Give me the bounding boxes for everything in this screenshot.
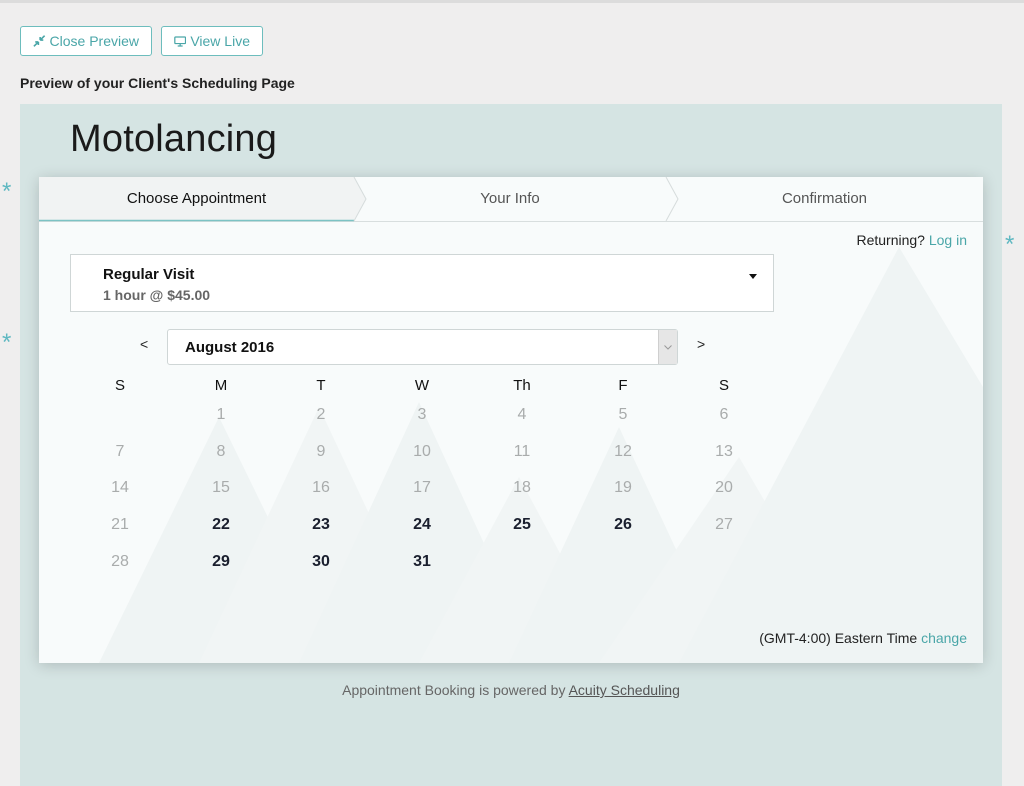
collapse-icon xyxy=(33,35,46,47)
powered-by-text: Appointment Booking is powered by xyxy=(342,682,566,698)
calendar-day: 14 xyxy=(111,479,129,496)
returning-prompt: Returning? Log in xyxy=(856,232,967,248)
calendar-day-available[interactable]: 23 xyxy=(301,516,341,534)
calendar-day-available[interactable]: 29 xyxy=(201,553,241,571)
next-month-button[interactable]: > xyxy=(697,336,705,352)
acuity-link[interactable]: Acuity Scheduling xyxy=(569,682,680,698)
calendar-day-available[interactable]: 25 xyxy=(502,516,542,534)
calendar-day-available[interactable]: 22 xyxy=(201,516,241,534)
appointment-details: 1 hour @ $45.00 xyxy=(103,287,211,303)
step-progress: Choose Appointment Your Info Confirmatio… xyxy=(39,177,983,222)
step-confirmation[interactable]: Confirmation xyxy=(666,190,983,207)
top-border xyxy=(0,0,1024,3)
month-value: August 2016 xyxy=(185,339,275,356)
close-preview-label: Close Preview xyxy=(49,33,139,49)
month-select[interactable]: August 2016 xyxy=(167,329,678,365)
calendar-day-available[interactable]: 24 xyxy=(402,516,442,534)
calendar-day: 11 xyxy=(513,443,531,460)
view-live-button[interactable]: View Live xyxy=(161,26,263,56)
calendar-day: 21 xyxy=(111,516,129,533)
calendar-day: 7 xyxy=(115,443,125,460)
weekday-header: M xyxy=(214,377,228,394)
calendar-day: 12 xyxy=(614,443,632,460)
calendar-day: 5 xyxy=(618,406,628,423)
appointment-name: Regular Visit xyxy=(103,266,195,283)
timezone-info: (GMT-4:00) Eastern Time change xyxy=(759,630,967,646)
calendar-day-available[interactable]: 30 xyxy=(301,553,341,571)
calendar-day: 16 xyxy=(312,479,330,496)
weekday-header: S xyxy=(114,377,125,394)
calendar-day-available[interactable]: 31 xyxy=(402,553,442,571)
scheduling-card: Choose Appointment Your Info Confirmatio… xyxy=(39,177,983,663)
weekday-header: Th xyxy=(513,377,531,394)
calendar-day: 10 xyxy=(413,443,431,460)
login-link[interactable]: Log in xyxy=(929,232,967,248)
calendar-day: 6 xyxy=(719,406,729,423)
calendar-day: 8 xyxy=(216,443,226,460)
prev-month-button[interactable]: < xyxy=(140,336,148,352)
calendar-day: 20 xyxy=(715,479,733,496)
weekday-header: W xyxy=(414,377,430,394)
returning-text: Returning? xyxy=(856,232,925,248)
calendar-day: 4 xyxy=(517,406,527,423)
calendar-day: 27 xyxy=(715,516,733,533)
calendar-day: 3 xyxy=(417,406,427,423)
timezone-text: (GMT-4:00) Eastern Time xyxy=(759,630,918,646)
chevron-down-icon xyxy=(658,330,677,364)
asterisk-marker: * xyxy=(2,329,12,356)
weekday-header: T xyxy=(316,377,326,394)
calendar-day: 1 xyxy=(216,406,226,423)
preview-heading: Preview of your Client's Scheduling Page xyxy=(20,75,295,91)
change-timezone-link[interactable]: change xyxy=(921,630,967,646)
appointment-type-select[interactable]: Regular Visit 1 hour @ $45.00 xyxy=(70,254,774,312)
step-choose-appointment[interactable]: Choose Appointment xyxy=(39,190,354,207)
calendar-day: 17 xyxy=(413,479,431,496)
weekday-header: F xyxy=(618,377,628,394)
monitor-icon xyxy=(174,35,187,47)
calendar-day: 19 xyxy=(614,479,632,496)
calendar-day: 13 xyxy=(715,443,733,460)
weekday-header: S xyxy=(718,377,729,394)
calendar-day: 15 xyxy=(212,479,230,496)
caret-down-icon xyxy=(749,274,757,279)
calendar-day: 18 xyxy=(513,479,531,496)
step-your-info[interactable]: Your Info xyxy=(354,190,666,207)
calendar-day: 9 xyxy=(316,443,326,460)
asterisk-marker: * xyxy=(2,178,12,205)
business-name: Motolancing xyxy=(70,118,278,160)
close-preview-button[interactable]: Close Preview xyxy=(20,26,152,56)
calendar-day: 2 xyxy=(316,406,326,423)
powered-by: Appointment Booking is powered by Acuity… xyxy=(20,682,1002,698)
calendar-day: 28 xyxy=(111,553,129,570)
view-live-label: View Live xyxy=(190,33,250,49)
calendar-day-available[interactable]: 26 xyxy=(603,516,643,534)
asterisk-marker: * xyxy=(1005,231,1015,258)
scheduling-preview: Motolancing Choose Appointment Your Info… xyxy=(20,104,1002,786)
